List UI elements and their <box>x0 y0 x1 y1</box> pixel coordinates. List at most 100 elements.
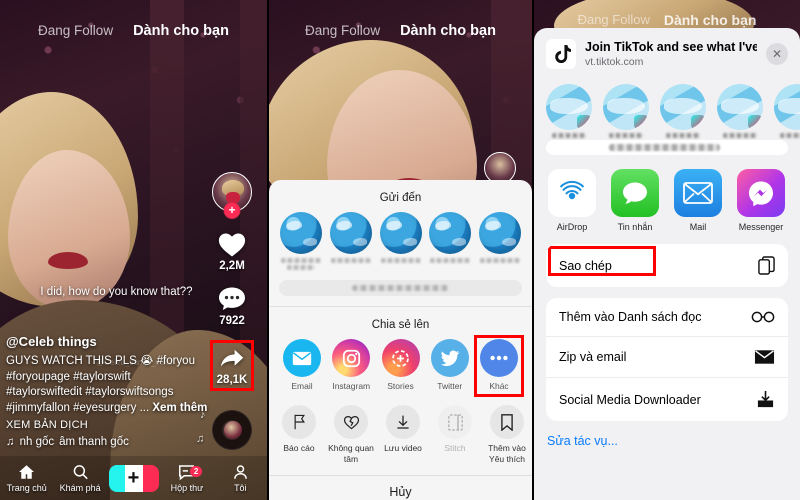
share-target-label: Stories <box>387 381 414 391</box>
nav-item-create[interactable]: + <box>107 464 160 492</box>
ios-app-row[interactable]: AirDrop Tin nhắn Mail Messenger <box>534 155 800 242</box>
contact-item[interactable] <box>478 212 522 270</box>
bottom-nav[interactable]: Trang chủ Khám phá + 2 Hộp thư Tôi <box>0 456 267 500</box>
highlight-box <box>474 335 524 397</box>
stitch-icon <box>438 405 472 439</box>
music-note-icon: ♪ <box>200 409 206 421</box>
nav-item-home[interactable]: Trang chủ <box>0 463 53 493</box>
tab-for-you: Dành cho bạn <box>663 12 757 28</box>
list-item-social-media-downloader[interactable]: Social Media Downloader <box>546 377 788 421</box>
contact-item[interactable] <box>603 84 649 138</box>
action-not-interested[interactable]: Không quan tâm <box>325 405 377 465</box>
cancel-button[interactable]: Hủy <box>269 476 532 500</box>
panel-ios-share-sheet: Đang Follow Dành cho bạn Join TikTok and… <box>534 0 800 500</box>
ios-search-input[interactable] <box>546 140 788 155</box>
action-report[interactable]: Báo cáo <box>273 405 325 465</box>
tiktok-logo-icon <box>546 39 576 69</box>
contact-avatar-icon <box>429 212 472 254</box>
contact-item[interactable] <box>379 212 423 270</box>
app-label: Messenger <box>738 222 784 232</box>
airdrop-icon <box>548 169 596 217</box>
contact-item[interactable] <box>717 84 763 138</box>
edit-actions-link[interactable]: Sửa tác vụ... <box>534 421 800 448</box>
share-button-highlighted[interactable]: 28,1K <box>209 340 255 391</box>
music-disc-icon[interactable]: ♪ ♫ <box>196 409 252 450</box>
send-to-title: Gửi đến <box>379 192 422 204</box>
share-target-other-highlighted[interactable]: Khác <box>474 335 524 397</box>
profile-icon <box>233 465 247 479</box>
app-airdrop[interactable]: AirDrop <box>546 169 598 232</box>
app-mail[interactable]: Mail <box>672 169 724 232</box>
author-avatar-wrapper[interactable]: + <box>212 172 252 219</box>
see-translation-link[interactable]: XEM BẢN DỊCH <box>6 419 211 431</box>
comment-count: 7922 <box>219 315 245 327</box>
share-target-instagram[interactable]: Instagram <box>328 339 374 391</box>
share-target-label: Email <box>291 381 313 391</box>
caption-line-last: #jimmyfallon #eyesurgery ... Xem thêm <box>6 401 211 417</box>
share-target-label: Instagram <box>332 381 371 391</box>
action-stitch[interactable]: Stitch <box>429 405 481 465</box>
ios-secondary-action-list[interactable]: Thêm vào Danh sách đọc Zip và email Soci… <box>546 298 788 421</box>
action-add-favorites[interactable]: Thêm vào Yêu thích <box>481 405 532 465</box>
contact-name-blurred <box>380 258 421 263</box>
action-save-video[interactable]: Lưu video <box>377 405 429 465</box>
nav-item-discover[interactable]: Khám phá <box>53 463 106 493</box>
app-messenger[interactable]: Messenger <box>735 169 787 232</box>
action-label: Không quan tâm <box>328 443 374 464</box>
list-item-reading-list[interactable]: Thêm vào Danh sách đọc <box>546 298 788 336</box>
contact-item[interactable] <box>329 212 373 270</box>
list-item-copy[interactable]: Sao chép <box>546 244 788 287</box>
action-row[interactable]: Báo cáo Không quan tâm Lưu video Stitch … <box>269 391 532 465</box>
comment-button[interactable]: 7922 <box>217 285 247 327</box>
caption-line: GUYS WATCH THIS PLS 😭 #foryou <box>6 355 195 367</box>
messenger-icon <box>737 169 785 217</box>
video-action-rail: + 2,2M 7922 28,1K ♪ ♫ <box>196 172 259 450</box>
glasses-icon <box>751 311 775 323</box>
close-icon[interactable]: ✕ <box>766 43 788 65</box>
share-target-twitter[interactable]: Twitter <box>427 339 473 391</box>
contact-search-input[interactable] <box>279 280 522 296</box>
tab-for-you[interactable]: Dành cho bạn <box>400 23 496 41</box>
tab-following[interactable]: Đang Follow <box>38 23 113 38</box>
tab-following: Đang Follow <box>577 12 650 27</box>
share-target-label: Twitter <box>437 381 463 391</box>
list-item-zip-email[interactable]: Zip và email <box>546 336 788 377</box>
author-handle[interactable]: @Celeb things <box>6 334 211 349</box>
heart-icon <box>218 233 246 257</box>
flag-icon <box>282 405 316 439</box>
feed-tabs[interactable]: Đang Follow Dành cho bạn <box>0 23 267 41</box>
contact-avatar-icon <box>603 84 649 130</box>
feed-tabs[interactable]: Đang Follow Dành cho bạn <box>269 23 532 41</box>
create-plus-icon[interactable]: + <box>108 464 159 492</box>
contact-item[interactable] <box>660 84 706 138</box>
app-messages[interactable]: Tin nhắn <box>609 169 661 232</box>
contact-item[interactable] <box>279 212 323 270</box>
ios-primary-action-list[interactable]: Sao chép <box>546 244 788 287</box>
music-row[interactable]: ♫ nh gốc âm thanh gốc <box>6 436 211 448</box>
tab-following[interactable]: Đang Follow <box>305 23 380 38</box>
contact-list[interactable] <box>269 204 532 270</box>
like-button[interactable]: 2,2M <box>217 230 247 272</box>
contact-name-blurred <box>330 258 371 263</box>
ios-contact-row[interactable] <box>534 78 800 140</box>
share-target-stories[interactable]: Stories <box>378 339 424 391</box>
action-label: Stitch <box>444 443 466 453</box>
contact-item[interactable] <box>428 212 472 270</box>
share-arrow-icon <box>220 349 244 367</box>
video-subtitle: I did, how do you know that?? <box>40 286 193 298</box>
nav-item-profile[interactable]: Tôi <box>214 463 267 493</box>
nav-item-inbox[interactable]: 2 Hộp thư <box>160 463 213 493</box>
follow-plus-icon[interactable]: + <box>223 202 241 219</box>
contact-avatar-icon <box>717 84 763 130</box>
share-target-email[interactable]: Email <box>279 339 325 391</box>
contact-name-blurred <box>780 133 800 138</box>
music-label: âm thanh gốc <box>59 436 129 448</box>
social-share-row[interactable]: Email Instagram Stories Twitter Khác <box>269 331 532 397</box>
three-panel-tutorial-screenshot: Đang Follow Dành cho bạn + 2,2M 7922 28,… <box>0 0 800 500</box>
tab-for-you[interactable]: Dành cho bạn <box>133 23 229 41</box>
inbox-badge: 2 <box>189 466 203 477</box>
contact-item[interactable] <box>774 84 800 138</box>
contact-item[interactable] <box>546 84 592 138</box>
messages-icon <box>611 169 659 217</box>
comment-icon <box>219 287 245 310</box>
